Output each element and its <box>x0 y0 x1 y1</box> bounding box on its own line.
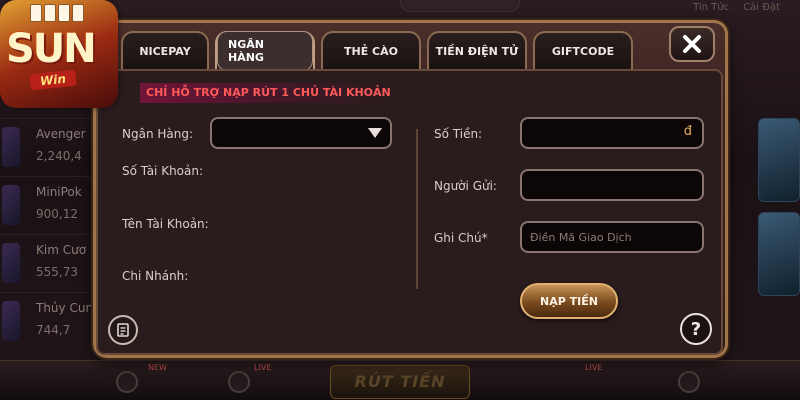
jackpot-amount: 555,73 <box>36 265 78 279</box>
notice-banner: CHỈ HỖ TRỢ NẠP RÚT 1 CHỦ TÀI KHOẢN <box>140 83 391 103</box>
sender-field[interactable] <box>520 169 704 201</box>
top-menu-settings[interactable]: Cài Đặt <box>743 0 780 18</box>
bitcoin-icon[interactable] <box>116 371 138 393</box>
live-game-cards <box>754 118 800 306</box>
new-badge: NEW <box>148 363 167 372</box>
help-icon: ? <box>690 318 702 340</box>
sender-label: Người Gửi: <box>434 179 497 193</box>
game-name: Kim Cươ <box>36 243 87 257</box>
tab-nicepay[interactable]: NICEPAY <box>121 31 209 69</box>
game-name: Thủy Cun <box>36 301 94 315</box>
game-name: Avenger <box>36 127 86 141</box>
bank-deposit-form: CHỈ HỖ TRỢ NẠP RÚT 1 CHỦ TÀI KHOẢN Ngân … <box>96 69 723 355</box>
jackpot-amount: 744,7 <box>36 323 71 337</box>
bank-select[interactable] <box>210 117 392 149</box>
logo-wordmark: SUN <box>6 26 97 72</box>
game-item[interactable]: Kim Cươ 555,73 <box>0 234 100 292</box>
help-button[interactable]: ? <box>680 313 712 345</box>
document-icon <box>117 323 129 337</box>
tab-label: NGÂN HÀNG <box>217 31 313 71</box>
sunwin-logo: SUN Win <box>0 0 118 108</box>
bank-label: Ngân Hàng: <box>122 127 194 141</box>
account-number-label: Số Tài Khoản: <box>122 164 204 178</box>
heart-icon[interactable] <box>228 371 250 393</box>
close-button[interactable] <box>669 26 715 62</box>
jackpot-amount: 2,240,4 <box>36 149 82 163</box>
chevron-down-icon[interactable] <box>368 128 382 138</box>
top-decoration <box>400 0 520 12</box>
tab-label: GIFTCODE <box>551 44 615 58</box>
chat-icon[interactable] <box>678 371 700 393</box>
game-item[interactable]: MiniPok 900,12 <box>0 176 100 234</box>
amount-input[interactable] <box>522 119 702 147</box>
tab-label: NICEPAY <box>139 44 191 58</box>
tab-bank[interactable]: NGÂN HÀNG <box>215 31 315 71</box>
modal-body: NICEPAY NGÂN HÀNG THẺ CÀO TIỀN ĐIỆN TỬ G… <box>96 23 725 355</box>
payment-tabs: NICEPAY NGÂN HÀNG THẺ CÀO TIỀN ĐIỆN TỬ G… <box>121 31 633 71</box>
close-icon <box>683 35 701 53</box>
currency-symbol: đ <box>683 124 692 139</box>
game-item[interactable]: Thủy Cun 744,7 <box>0 292 100 350</box>
game-thumbnail <box>2 185 20 225</box>
branch-label: Chi Nhánh: <box>122 269 189 283</box>
game-item[interactable]: Avenger 2,240,4 <box>0 118 100 176</box>
bank-select-value[interactable] <box>212 119 390 147</box>
tab-crypto[interactable]: TIỀN ĐIỆN TỬ <box>427 31 527 69</box>
live-badge: LIVE <box>585 363 603 372</box>
note-input[interactable] <box>522 223 702 251</box>
game-thumbnail <box>2 243 20 283</box>
note-field[interactable] <box>520 221 704 253</box>
live-badge: LIVE <box>254 363 272 372</box>
deposit-modal: NICEPAY NGÂN HÀNG THẺ CÀO TIỀN ĐIỆN TỬ G… <box>93 20 728 358</box>
amount-label: Số Tiền: <box>434 127 483 141</box>
column-divider <box>416 129 418 289</box>
deposit-button[interactable]: NẠP TIỀN <box>520 283 618 319</box>
amount-field[interactable]: đ <box>520 117 704 149</box>
tab-giftcode[interactable]: GIFTCODE <box>533 31 633 69</box>
game-thumbnail <box>2 127 20 167</box>
bottom-bar: NEW LIVE RÚT TIỀN LIVE <box>0 360 800 400</box>
game-name: MiniPok <box>36 185 82 199</box>
sender-input[interactable] <box>522 171 702 199</box>
tab-label: THẺ CÀO <box>344 44 398 58</box>
top-menu: Tin Tức Cài Đặt <box>560 0 800 18</box>
withdraw-button[interactable]: RÚT TIỀN <box>330 365 470 399</box>
account-name-label: Tên Tài Khoản: <box>122 217 209 231</box>
top-menu-news[interactable]: Tin Tức <box>693 0 729 18</box>
note-label: Ghi Chú* <box>434 231 488 245</box>
live-game-card[interactable] <box>758 212 800 296</box>
game-thumbnail <box>2 301 20 341</box>
playing-cards-icon <box>30 4 84 22</box>
live-game-card[interactable] <box>758 118 800 202</box>
jackpot-amount: 900,12 <box>36 207 78 221</box>
tab-label: TIỀN ĐIỆN TỬ <box>435 44 519 58</box>
logo-subtitle: Win <box>29 69 77 91</box>
history-button[interactable] <box>108 315 138 345</box>
game-list: Avenger 2,240,4 MiniPok 900,12 Kim Cươ 5… <box>0 118 100 350</box>
tab-card[interactable]: THẺ CÀO <box>321 31 421 69</box>
